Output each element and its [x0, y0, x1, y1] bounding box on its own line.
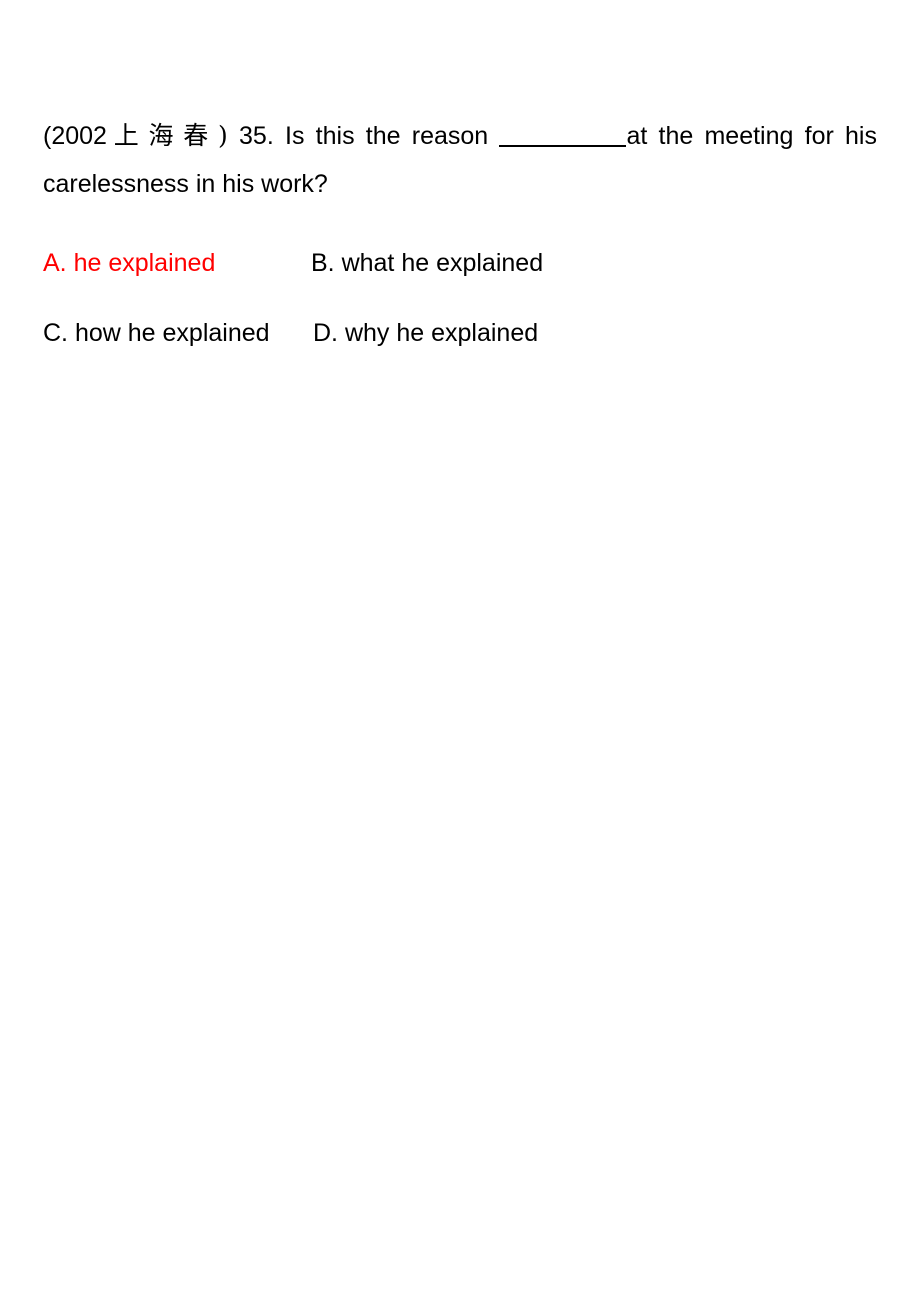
question-stem-after-blank: at the meeting for his: [626, 122, 877, 150]
source-label-cjk: 上海春: [109, 121, 219, 150]
question-number: 35.: [239, 122, 274, 150]
option-a[interactable]: A. he explained: [43, 248, 215, 278]
document-page: (2002 上海春) 35. Is this the reason at the …: [0, 0, 920, 1302]
source-label-open: (2002: [43, 122, 107, 150]
question-block: (2002 上海春) 35. Is this the reason at the …: [43, 112, 877, 348]
question-line-1: (2002 上海春) 35. Is this the reason at the …: [43, 112, 877, 160]
option-row: A. he explained B. what he explained: [43, 248, 877, 278]
option-d[interactable]: D. why he explained: [313, 318, 538, 348]
answer-blank-underline[interactable]: [499, 145, 627, 147]
source-label-close: ): [218, 121, 228, 150]
option-b[interactable]: B. what he explained: [311, 248, 543, 278]
question-stem-before-blank: Is this the reason: [285, 122, 489, 150]
question-line-2: carelessness in his work?: [43, 170, 328, 198]
question-paragraph: (2002 上海春) 35. Is this the reason at the …: [43, 112, 877, 208]
option-row: C. how he explained D. why he explained: [43, 318, 877, 348]
option-c[interactable]: C. how he explained: [43, 318, 270, 348]
answer-options: A. he explained B. what he explained C. …: [43, 248, 877, 348]
